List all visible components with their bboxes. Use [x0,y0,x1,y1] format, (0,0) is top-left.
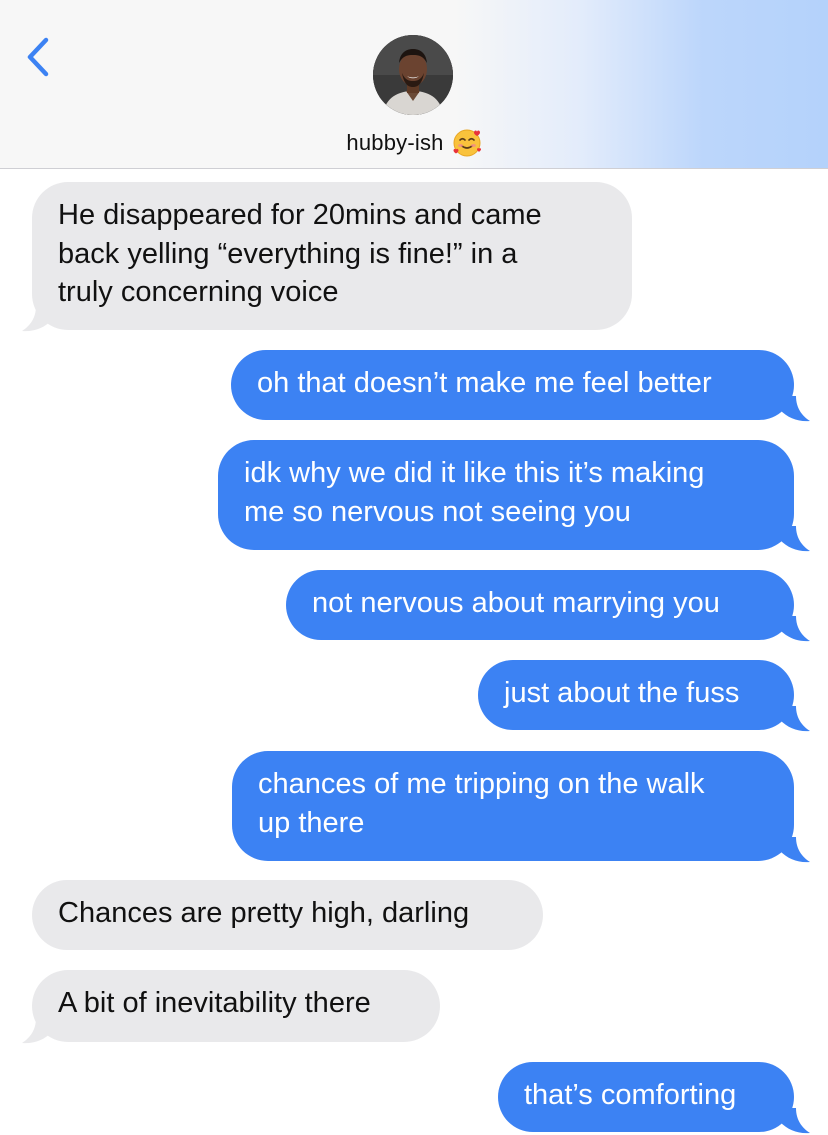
message-text: Chances are pretty high, darling [58,897,470,929]
message-bubble-outgoing[interactable]: oh that doesn’t make me feel better [231,350,794,420]
message-text: idk why we did it like this it’s making [244,457,705,489]
message-bubble-incoming[interactable]: Chances are pretty high, darling [32,880,543,950]
chevron-left-icon [27,37,49,77]
smiling-face-with-hearts-emoji [453,129,481,157]
message-text: truly concerning voice [58,276,339,308]
message-text: that’s comforting [524,1079,737,1111]
message-text: not nervous about marrying you [312,587,720,619]
message-text: He disappeared for 20mins and came [58,199,542,231]
message-bubble-outgoing[interactable]: that’s comforting [498,1062,794,1132]
conversation-header: hubby-ish [0,0,828,169]
message-text: up there [258,806,365,839]
bubble-tail [780,837,810,863]
bubble-tail [780,616,810,642]
message-text: chances of me tripping on the walk [258,768,705,800]
person-photo [373,35,453,115]
message-text: me so nervous not seeing you [244,495,631,528]
bubble-tail [780,1108,810,1134]
back-button[interactable] [22,34,62,80]
message-text: oh that doesn’t make me feel better [257,367,712,399]
contact-avatar[interactable] [373,35,453,115]
message-text: A bit of inevitability there [58,987,371,1019]
bubble-tail [780,706,810,732]
message-text: just about the fuss [504,677,740,709]
message-bubble-incoming[interactable]: A bit of inevitability there [32,970,440,1042]
contact-info[interactable]: hubby-ish [0,128,828,158]
contact-name: hubby-ish [346,130,444,155]
message-bubble-outgoing[interactable]: not nervous about marrying you [286,570,794,640]
message-bubble-incoming[interactable]: He disappeared for 20mins and came back … [32,182,632,330]
bubble-tail [780,396,810,422]
message-text: back yelling “everything is fine!” in a [58,237,518,270]
message-bubble-outgoing[interactable]: chances of me tripping on the walk up th… [232,751,794,861]
message-bubble-outgoing[interactable]: idk why we did it like this it’s making … [218,440,794,550]
bubble-tail [780,526,810,552]
message-bubble-outgoing[interactable]: just about the fuss [478,660,794,730]
bubble-tail [22,306,52,332]
bubble-tail [22,1018,52,1044]
